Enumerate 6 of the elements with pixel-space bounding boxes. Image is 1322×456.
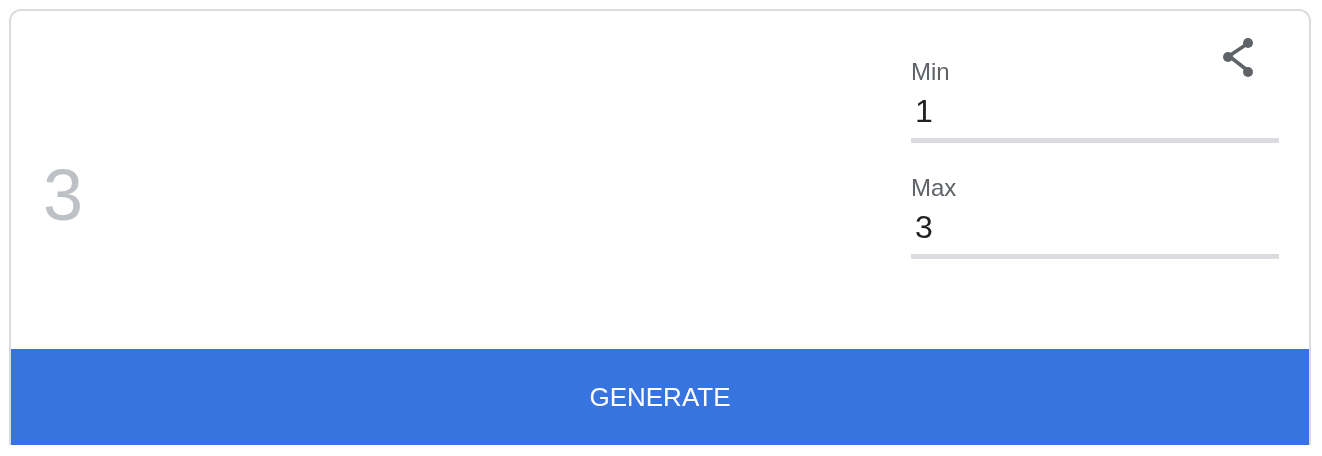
result-number: 3 <box>43 159 84 231</box>
number-field[interactable]: 1 <box>911 89 1279 143</box>
generate-button[interactable]: GENERATE <box>11 349 1309 445</box>
field-label: Max <box>911 173 957 203</box>
number-field[interactable]: 3 <box>911 205 1279 259</box>
field-label: Min <box>911 57 950 87</box>
